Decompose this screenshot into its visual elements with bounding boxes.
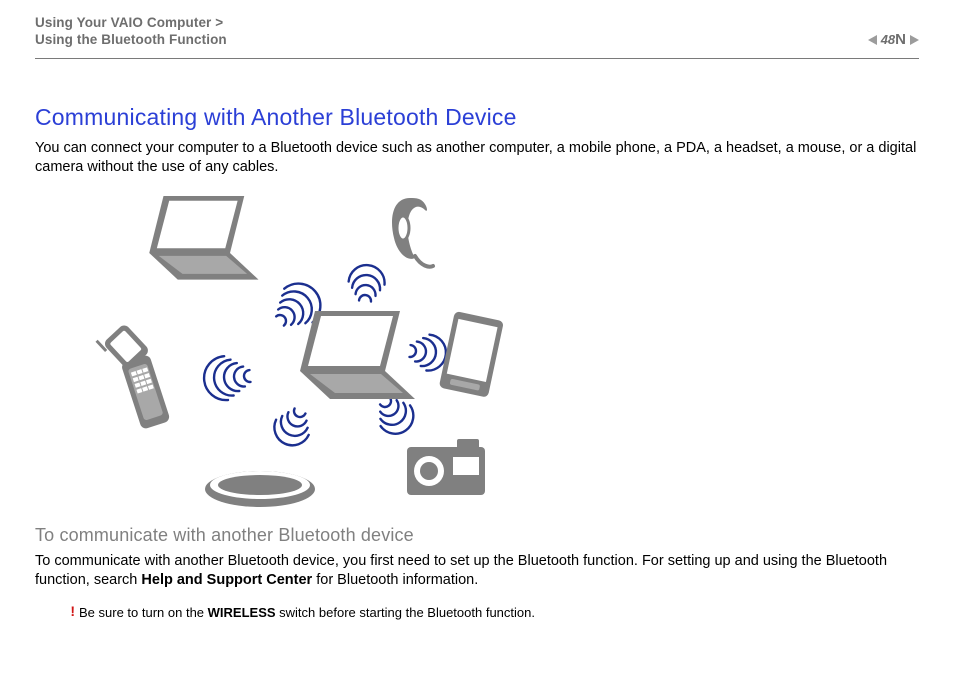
breadcrumb-line-2: Using the Bluetooth Function: [35, 31, 919, 48]
warning-icon: !: [35, 604, 79, 618]
waves-left: [202, 354, 252, 402]
laptop-second-icon: [149, 196, 258, 280]
para2-bold: Help and Support Center: [141, 572, 312, 588]
subsection-heading: To communicate with another Bluetooth de…: [35, 525, 919, 546]
instruction-paragraph: To communicate with another Bluetooth de…: [35, 552, 919, 590]
nav-next-icon[interactable]: [910, 35, 919, 45]
note-suffix: switch before starting the Bluetooth fun…: [276, 605, 535, 620]
headset-icon: [392, 198, 433, 267]
waves-up: [347, 264, 386, 303]
waves-down: [268, 403, 316, 451]
page-number: 48: [881, 32, 895, 47]
flip-phone-icon: [93, 318, 173, 435]
pda-icon: [439, 311, 504, 398]
bluetooth-illustration: [75, 191, 545, 511]
warning-note: ! Be sure to turn on the WIRELESS switch…: [35, 604, 919, 621]
note-prefix: Be sure to turn on the: [79, 605, 208, 620]
note-bold: WIRELESS: [208, 605, 276, 620]
section-title: Communicating with Another Bluetooth Dev…: [35, 104, 919, 131]
page-header: Using Your VAIO Computer > Using the Blu…: [35, 14, 919, 59]
para2-part-b: for Bluetooth information.: [312, 572, 478, 588]
page-n-letter: N: [895, 31, 906, 48]
nav-prev-icon[interactable]: [868, 35, 877, 45]
page-navigation: 48 N: [868, 31, 919, 48]
breadcrumb-line-1: Using Your VAIO Computer >: [35, 14, 919, 31]
camera-icon: [407, 439, 485, 495]
warning-text: Be sure to turn on the WIRELESS switch b…: [79, 604, 535, 621]
intro-paragraph: You can connect your computer to a Bluet…: [35, 139, 919, 177]
laptop-center-icon: [300, 311, 415, 399]
waves-right: [408, 333, 447, 372]
mouse-icon: [205, 471, 315, 507]
